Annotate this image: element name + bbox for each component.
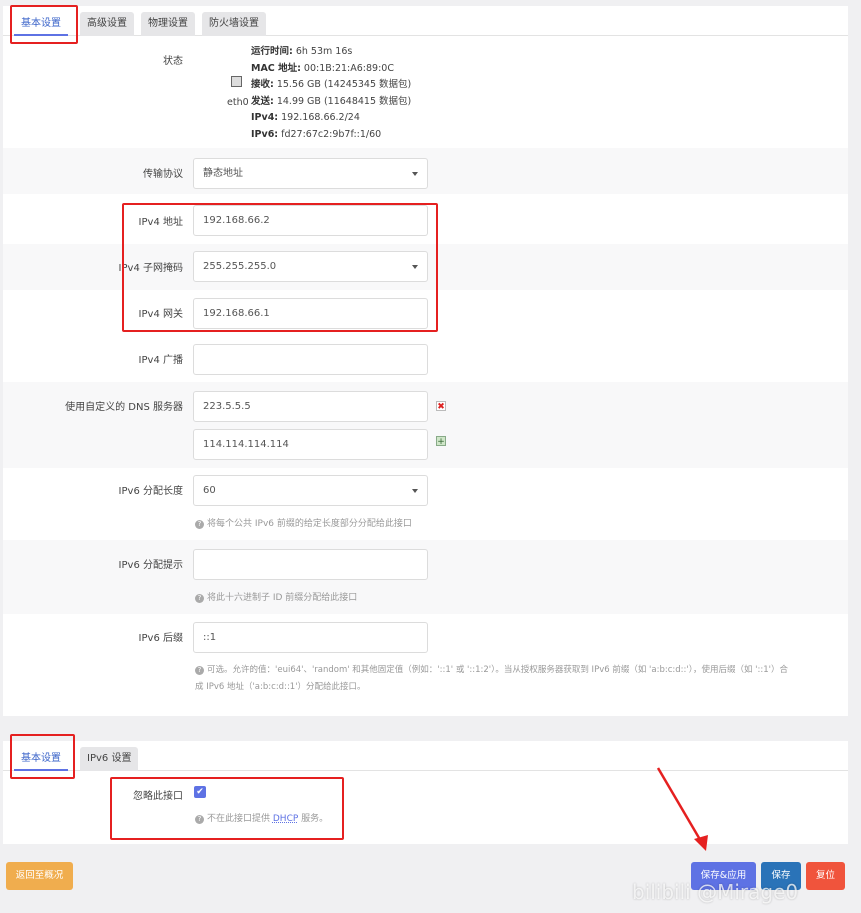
dns-label: 使用自定义的 DNS 服务器 [65,402,183,413]
ipv4-address-label: IPv4 地址 [138,217,183,228]
uptime-value: 6h 53m 16s [295,46,353,57]
gateway-label: IPv4 网关 [138,309,183,320]
tab-basic-settings[interactable]: 基本设置 [14,12,68,36]
ipv4-label: IPv4: [251,112,279,123]
protocol-label: 传输协议 [143,169,183,180]
netmask-select[interactable]: 255.255.255.0 [193,251,428,282]
uptime-label: 运行时间: [251,46,293,57]
ignore-interface-checkbox[interactable]: ✔ [194,786,206,798]
broadcast-input[interactable] [193,344,428,375]
ipv6-value: fd27:67c2:9b7f::1/60 [281,128,382,140]
dhcp-settings-panel: 基本设置 IPv6 设置 忽略此接口 ✔ ? 不在此接口提供 DHCP 服务。 [3,741,848,844]
tab-firewall-settings[interactable]: 防火墙设置 [202,12,266,36]
ip6assign-hint: ? 将每个公共 IPv6 前缀的给定长度部分分配给此接口 [195,516,412,529]
ip6suffix-hint-2: 成 IPv6 地址（'a:b:c:d::1'）分配给此接口。 [195,682,366,692]
dns-input-1[interactable]: 223.5.5.5 [193,391,428,422]
gateway-input[interactable]: 192.168.66.1 [193,298,428,329]
ignore-interface-hint: ? 不在此接口提供 DHCP 服务。 [195,811,328,824]
help-icon: ? [195,594,204,603]
hint-text-post: 服务。 [298,814,329,824]
ip6suffix-label: IPv6 后缀 [138,633,183,644]
add-dns-icon[interactable]: + [436,436,446,447]
chevron-down-icon [412,265,418,269]
tab-advanced-settings[interactable]: 高级设置 [80,12,134,36]
reset-button[interactable]: 复位 [806,862,845,890]
ip6assign-value: 60 [203,485,216,496]
rx-label: 接收: [251,79,274,90]
ipv6-label: IPv6: [251,128,279,140]
ip6suffix-hint-line1: 可选。允许的值：'eui64'、'random' 和其他固定值（例如：'::1'… [207,665,788,675]
dhcp-tabs: 基本设置 IPv6 设置 [3,741,848,771]
remove-dns-icon[interactable]: ✖ [436,401,446,412]
ignore-interface-label: 忽略此接口 [133,791,183,802]
ip6hint-hint-text: 将此十六进制子 ID 前缀分配给此接口 [207,593,358,603]
status-label: 状态 [163,56,183,67]
tab-physical-settings[interactable]: 物理设置 [141,12,195,36]
help-icon: ? [195,815,204,824]
rx-value: 15.56 GB (14245345 数据包) [276,79,412,90]
help-icon: ? [195,520,204,529]
ip6suffix-hint: ? 可选。允许的值：'eui64'、'random' 和其他固定值（例如：'::1… [195,663,788,675]
ip6hint-hint: ? 将此十六进制子 ID 前缀分配给此接口 [195,590,357,603]
interface-settings-panel: 基本设置 高级设置 物理设置 防火墙设置 状态 eth0 运行时间: 6h 53… [3,6,848,716]
ip6assign-label: IPv6 分配长度 [118,486,183,497]
back-to-overview-button[interactable]: 返回至概况 [6,862,73,890]
ipv4-address-input[interactable]: 192.168.66.2 [193,205,428,236]
status-details: 运行时间: 6h 53m 16s MAC 地址: 00:1B:21:A6:89:… [251,44,411,143]
dhcp-link[interactable]: DHCP [273,814,298,824]
tab-dhcp-ipv6[interactable]: IPv6 设置 [80,747,139,771]
mac-label: MAC 地址: [251,62,301,74]
iface-name: eth0 [227,97,249,108]
chevron-down-icon [412,489,418,493]
mac-value: 00:1B:21:A6:89:0C [303,62,394,74]
help-icon: ? [195,666,204,675]
tx-label: 发送: [251,95,274,107]
ip6hint-input[interactable] [193,549,428,580]
annotation-arrow [656,767,708,851]
dns-input-2[interactable]: 114.114.114.114 [193,429,428,460]
tab-dhcp-basic[interactable]: 基本设置 [14,747,68,771]
ip6assign-hint-text: 将每个公共 IPv6 前缀的给定长度部分分配给此接口 [207,519,412,529]
tx-value: 14.99 GB (11648415 数据包) [276,95,412,107]
chevron-down-icon [412,172,418,176]
network-port-icon [231,76,242,87]
netmask-value: 255.255.255.0 [203,261,277,272]
watermark: bilibili @Mirage0 [632,880,799,904]
protocol-select[interactable]: 静态地址 [193,158,428,189]
ip6suffix-input[interactable]: ::1 [193,622,428,653]
hint-text-pre: 不在此接口提供 [207,814,273,824]
ip6hint-label: IPv6 分配提示 [118,560,183,571]
settings-tabs: 基本设置 高级设置 物理设置 防火墙设置 [3,6,848,36]
protocol-value: 静态地址 [203,168,243,179]
ipv4-value: 192.168.66.2/24 [281,112,360,123]
broadcast-label: IPv4 广播 [138,355,183,366]
ip6assign-select[interactable]: 60 [193,475,428,506]
netmask-label: IPv4 子网掩码 [118,263,183,274]
